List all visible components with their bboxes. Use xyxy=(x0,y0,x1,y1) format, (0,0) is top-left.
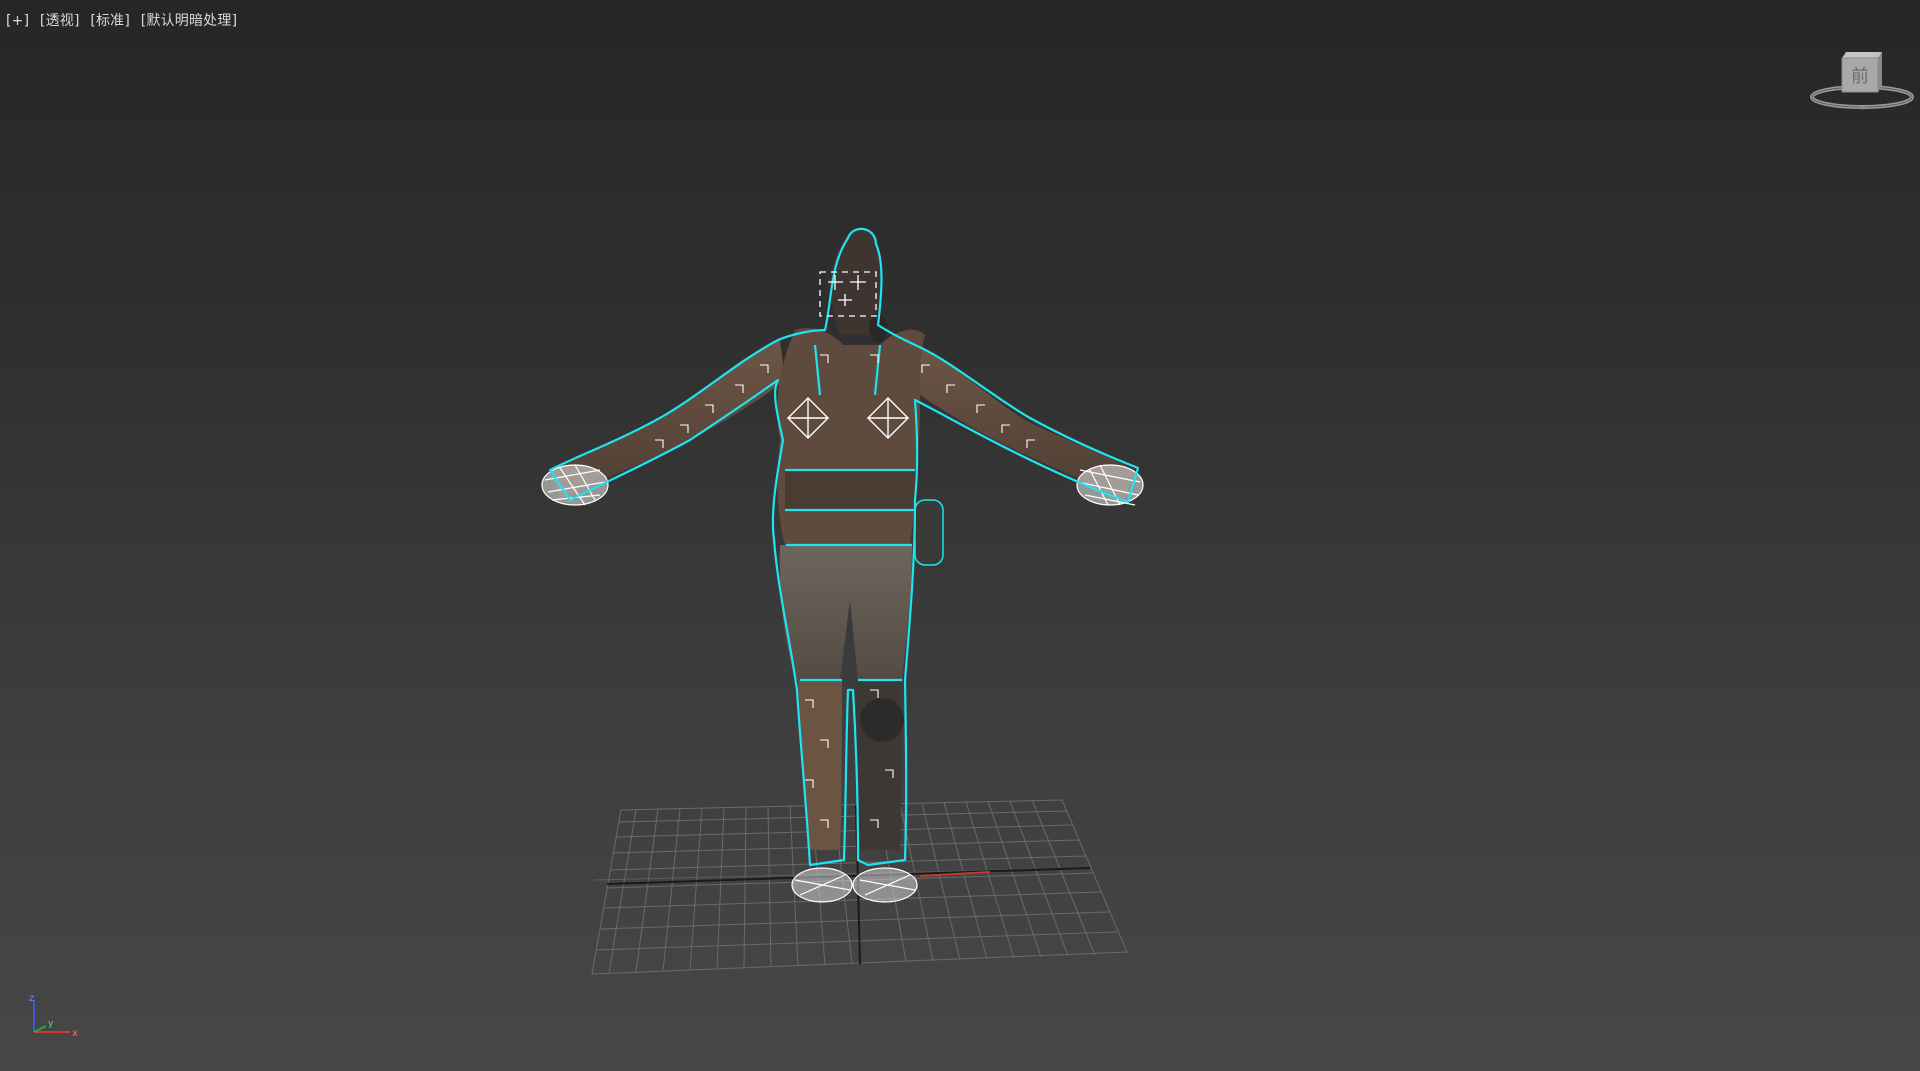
left-lower-leg xyxy=(798,680,842,850)
viewcube-front-label: 前 xyxy=(1851,66,1869,87)
viewcube[interactable]: 前 xyxy=(1790,0,1920,130)
x-axis-label: x xyxy=(72,1028,78,1039)
viewcube-top-face[interactable] xyxy=(1842,52,1882,58)
pants xyxy=(779,545,912,680)
character-model[interactable] xyxy=(541,227,1144,903)
viewport-scene[interactable] xyxy=(0,0,1920,1071)
feet-wireframe xyxy=(791,867,918,903)
belt xyxy=(785,470,915,510)
viewcube-right-face[interactable] xyxy=(1878,52,1882,92)
torso xyxy=(777,328,925,545)
axis-tripod: z x y xyxy=(29,993,78,1039)
knee-pad xyxy=(860,698,904,742)
z-axis-label: z xyxy=(29,993,34,1004)
hip-pouch xyxy=(914,499,944,566)
y-axis-label: y xyxy=(48,1019,54,1029)
